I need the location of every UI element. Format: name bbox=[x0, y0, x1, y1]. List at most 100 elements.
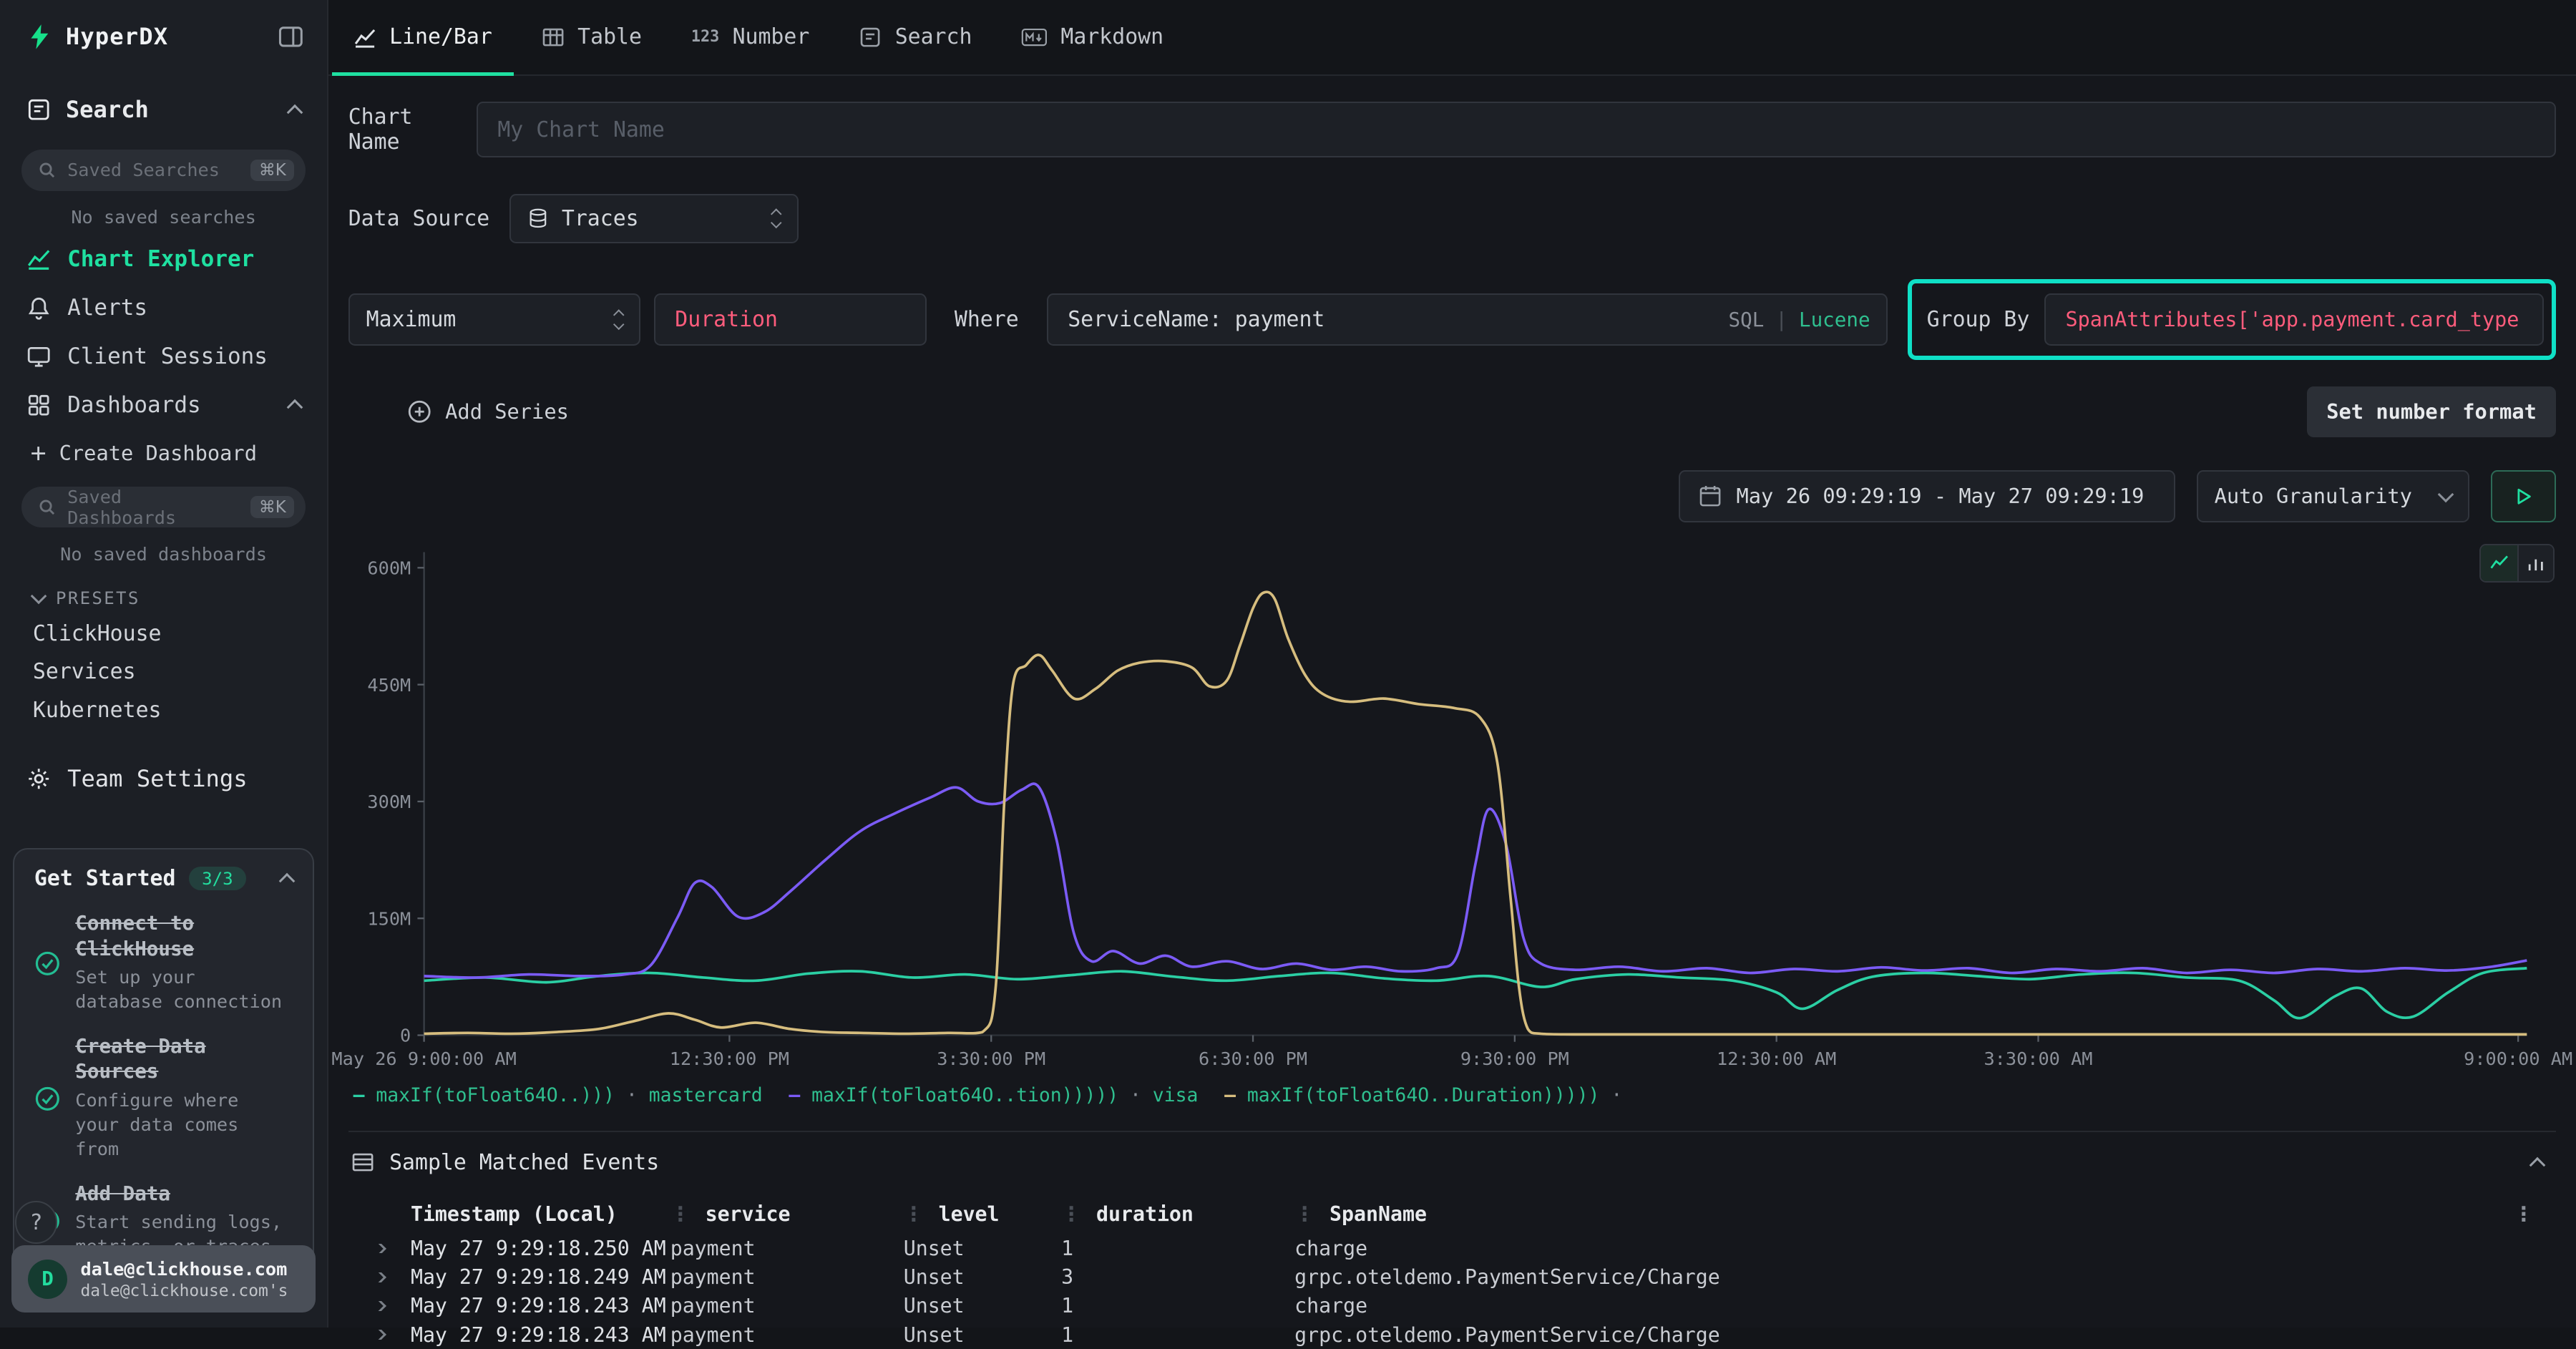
chart-name-label: Chart Name bbox=[348, 104, 477, 155]
chart-name-input[interactable] bbox=[477, 102, 2557, 157]
get-started-item[interactable]: Create Data Sources Configure where your… bbox=[34, 1034, 293, 1161]
saved-searches-input[interactable]: Saved Searches ⌘K bbox=[21, 150, 306, 190]
col-spanname[interactable]: ⋮SpanName bbox=[1294, 1202, 2514, 1226]
hyperdx-logo-icon bbox=[26, 24, 53, 50]
chart-type-tabbar: Line/Bar Table 123 Number Search Markdow… bbox=[328, 0, 2576, 76]
field-input[interactable] bbox=[654, 293, 927, 346]
line-display-toggle[interactable] bbox=[2481, 545, 2517, 582]
set-number-format-button[interactable]: Set number format bbox=[2307, 386, 2557, 437]
data-source-select[interactable]: Traces bbox=[509, 194, 799, 243]
bar-display-toggle[interactable] bbox=[2517, 545, 2554, 582]
lucene-mode-toggle[interactable]: Lucene bbox=[1799, 308, 1870, 331]
col-service[interactable]: ⋮service bbox=[670, 1202, 904, 1226]
group-by-highlight-box: Group By bbox=[1908, 279, 2556, 360]
user-email: dale@clickhouse.com bbox=[80, 1258, 288, 1282]
no-saved-dashboards-text: No saved dashboards bbox=[0, 527, 327, 571]
select-chevrons-icon bbox=[615, 311, 623, 328]
app-title: HyperDX bbox=[66, 23, 168, 50]
expand-row-icon[interactable] bbox=[373, 1244, 386, 1254]
collapse-sidebar-icon[interactable] bbox=[278, 24, 304, 50]
svg-text:600M: 600M bbox=[367, 557, 411, 578]
svg-text:300M: 300M bbox=[367, 792, 411, 812]
tab-line-bar[interactable]: Line/Bar bbox=[328, 0, 517, 74]
svg-text:6:30:00 PM: 6:30:00 PM bbox=[1199, 1048, 1307, 1069]
events-title: Sample Matched Events bbox=[389, 1150, 659, 1175]
date-range-picker[interactable]: May 26 09:29:19 - May 27 09:29:19 bbox=[1679, 470, 2175, 522]
preset-kubernetes[interactable]: Kubernetes bbox=[0, 691, 327, 729]
granularity-value: Auto Granularity bbox=[2215, 484, 2412, 508]
legend-item-mastercard[interactable]: — maxIf(toFloat64O..))) · mastercard bbox=[353, 1084, 763, 1106]
timeseries-chart[interactable]: 0150M300M450M600MMay 26 9:00:00 AM12:30:… bbox=[348, 532, 2543, 1078]
markdown-icon bbox=[1021, 26, 1048, 49]
expand-row-icon[interactable] bbox=[373, 1301, 386, 1311]
sidebar-item-chart-explorer[interactable]: Chart Explorer bbox=[0, 235, 327, 283]
legend-item-visa[interactable]: — maxIf(toFloat64O..tion))))) · visa bbox=[789, 1084, 1198, 1106]
aggregation-select[interactable]: Maximum bbox=[348, 293, 641, 346]
aggregation-value: Maximum bbox=[366, 307, 457, 332]
tab-number[interactable]: 123 Number bbox=[666, 0, 834, 74]
svg-text:May 26 9:00:00 AM: May 26 9:00:00 AM bbox=[331, 1048, 516, 1069]
sidebar-item-team-settings[interactable]: Team Settings bbox=[0, 729, 327, 806]
chevron-down-icon bbox=[31, 588, 47, 605]
add-series-button[interactable]: Add Series bbox=[407, 399, 569, 424]
search-icon bbox=[38, 498, 56, 516]
events-header[interactable]: Sample Matched Events bbox=[348, 1150, 2557, 1175]
sidebar: HyperDX Search Saved Searches ⌘K No save… bbox=[0, 0, 328, 1328]
user-menu[interactable]: D dale@clickhouse.com dale@clickhouse.co… bbox=[11, 1245, 316, 1313]
chevron-down-icon bbox=[2437, 487, 2454, 503]
preset-clickhouse[interactable]: ClickHouse bbox=[0, 615, 327, 653]
hyperdx-app: { "sidebar": { "logo": "HyperDX", "searc… bbox=[0, 0, 2576, 1328]
expand-row-icon[interactable] bbox=[373, 1330, 386, 1340]
check-circle-icon bbox=[34, 1036, 61, 1161]
no-saved-searches-text: No saved searches bbox=[0, 191, 327, 235]
sidebar-item-client-sessions[interactable]: Client Sessions bbox=[0, 332, 327, 381]
chart-area[interactable]: 0150M300M450M600MMay 26 9:00:00 AM12:30:… bbox=[348, 532, 2557, 1111]
event-row[interactable]: May 27 9:29:18.249 AM payment Unset 3 gr… bbox=[371, 1263, 2557, 1292]
svg-text:9:30:00 PM: 9:30:00 PM bbox=[1460, 1048, 1569, 1069]
granularity-select[interactable]: Auto Granularity bbox=[2197, 470, 2469, 522]
get-started-header[interactable]: Get Started 3/3 bbox=[34, 866, 293, 891]
col-timestamp[interactable]: Timestamp (Local) bbox=[411, 1202, 670, 1226]
user-team: dale@clickhouse.com's bbox=[80, 1282, 288, 1300]
help-button[interactable]: ? bbox=[15, 1201, 58, 1244]
group-by-input[interactable] bbox=[2044, 293, 2544, 346]
tab-label: Line/Bar bbox=[389, 24, 492, 49]
event-row[interactable]: May 27 9:29:18.243 AM payment Unset 1 ch… bbox=[371, 1292, 2557, 1320]
dashboards-icon bbox=[26, 393, 51, 417]
table-options-icon[interactable]: ⋮ bbox=[2514, 1202, 2557, 1226]
event-row[interactable]: May 27 9:29:18.250 AM payment Unset 1 ch… bbox=[371, 1234, 2557, 1262]
presets-toggle[interactable]: PRESETS bbox=[0, 572, 327, 615]
expand-row-icon[interactable] bbox=[373, 1272, 386, 1282]
sidebar-item-dashboards[interactable]: Dashboards bbox=[0, 381, 327, 429]
create-dashboard-button[interactable]: Create Dashboard bbox=[0, 429, 327, 474]
get-started-item[interactable]: Connect to ClickHouse Set up your databa… bbox=[34, 911, 293, 1014]
events-table-header: Timestamp (Local) ⋮service ⋮level ⋮durat… bbox=[371, 1198, 2557, 1231]
date-range-value: May 26 09:29:19 - May 27 09:29:19 bbox=[1736, 484, 2144, 508]
preset-services[interactable]: Services bbox=[0, 653, 327, 691]
presets-label: PRESETS bbox=[56, 588, 140, 608]
number-123-icon: 123 bbox=[691, 28, 719, 46]
sidebar-item-label: Dashboards bbox=[67, 392, 201, 418]
database-icon bbox=[527, 208, 549, 229]
sidebar-item-alerts[interactable]: Alerts bbox=[0, 283, 327, 332]
tab-search[interactable]: Search bbox=[834, 0, 997, 74]
event-row[interactable]: May 27 9:29:18.243 AM payment Unset 1 gr… bbox=[371, 1320, 2557, 1349]
add-series-label: Add Series bbox=[445, 399, 569, 424]
run-query-button[interactable] bbox=[2491, 470, 2557, 522]
sql-mode-toggle[interactable]: SQL bbox=[1729, 308, 1765, 331]
where-input-wrap: SQL | Lucene bbox=[1047, 293, 1888, 346]
select-chevrons-icon bbox=[772, 210, 780, 228]
col-level[interactable]: ⋮level bbox=[904, 1202, 1061, 1226]
svg-text:12:30:00 PM: 12:30:00 PM bbox=[670, 1048, 789, 1069]
calendar-icon bbox=[1699, 484, 1722, 507]
tab-markdown[interactable]: Markdown bbox=[997, 0, 1189, 74]
tab-table[interactable]: Table bbox=[517, 0, 666, 74]
sidebar-section-search[interactable]: Search bbox=[0, 67, 327, 137]
svg-text:3:30:00 AM: 3:30:00 AM bbox=[1984, 1048, 2092, 1069]
saved-dashboards-input[interactable]: Saved Dashboards ⌘K bbox=[21, 487, 306, 527]
search-section-icon bbox=[26, 97, 51, 122]
legend-item-empty-group[interactable]: — maxIf(toFloat64O..Duration))))) · bbox=[1224, 1084, 1622, 1106]
group-by-label: Group By bbox=[1927, 307, 2030, 332]
col-duration[interactable]: ⋮duration bbox=[1061, 1202, 1294, 1226]
main-panel: Line/Bar Table 123 Number Search Markdow… bbox=[328, 0, 2576, 1328]
